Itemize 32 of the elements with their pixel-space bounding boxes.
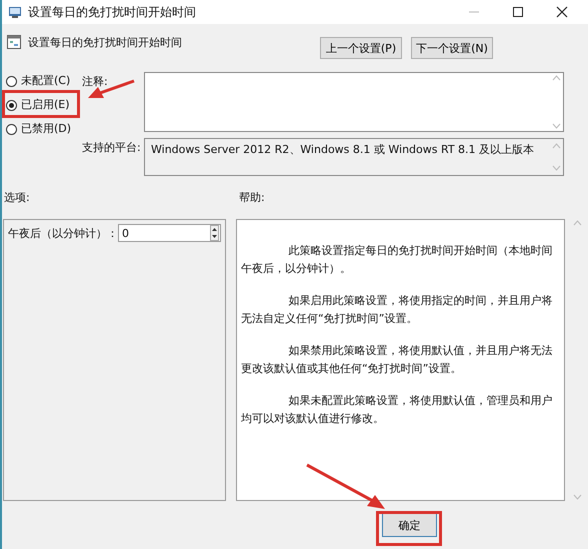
radio-button[interactable] (6, 124, 17, 134)
platform-label: 支持的平台: (82, 140, 141, 155)
help-paragraph: 此策略设置指定每日的免打扰时间开始时间（本地时间午夜后，以分钟计）。 (241, 243, 554, 277)
radio-button[interactable] (6, 76, 17, 86)
help-label: 帮助: (239, 190, 265, 205)
scroll-arrows-icon (552, 74, 561, 130)
policy-title: 设置每日的免打扰时间开始时间 (28, 34, 182, 50)
scroll-arrows-icon (552, 142, 561, 172)
highlight-frame (376, 511, 442, 546)
options-label: 选项: (4, 190, 31, 205)
radio-button[interactable] (6, 100, 17, 110)
platform-text: Windows Server 2012 R2、Windows 8.1 或 Windows RT 8.1 及以上版本 (151, 142, 534, 157)
ok-button[interactable]: 确定 (382, 513, 437, 537)
app-icon (8, 5, 22, 19)
help-paragraph: 如果未配置此策略设置，将使用默认值，管理员和用户均可以对该默认值进行修改。 (241, 393, 554, 427)
policy-icon (6, 34, 22, 50)
number-spinner[interactable]: 0 (118, 224, 221, 242)
field-label: 午夜后（以分钟计）： (8, 226, 118, 240)
comment-label: 注释: (82, 74, 108, 89)
close-icon[interactable] (556, 6, 568, 18)
comment-field[interactable] (144, 72, 564, 132)
help-paragraph: 如果启用此策略设置，将使用指定的时间，并且用户将无法自定义任何“免打扰时间”设置。 (241, 293, 554, 327)
spin-arrows-icon (210, 225, 219, 241)
radio-label: 未配置(C) (21, 74, 70, 88)
radio-label: 已禁用(D) (21, 122, 72, 136)
scroll-arrows-icon (573, 219, 582, 501)
nav-button[interactable]: 上一个设置(P) (320, 37, 402, 59)
maximize-icon[interactable] (512, 6, 524, 18)
help-paragraph: 如果禁用此策略设置，将使用默认值，并且用户将无法更改该默认值或其他任何“免打扰时间”设置。 (241, 343, 554, 377)
radio-label: 已启用(E) (21, 98, 70, 112)
window-title: 设置每日的免打扰时间开始时间 (28, 4, 196, 20)
nav-button[interactable]: 下一个设置(N) (411, 37, 493, 59)
